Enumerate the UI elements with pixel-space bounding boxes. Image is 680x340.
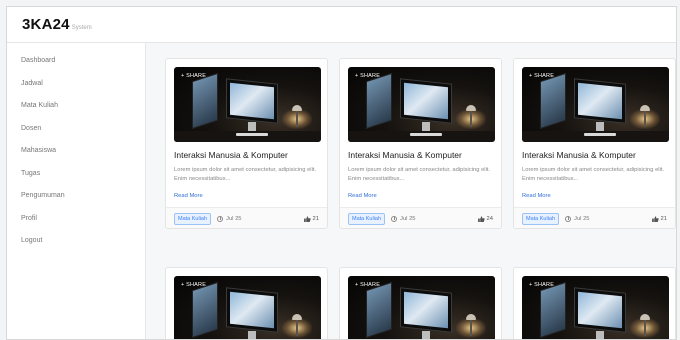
course-card[interactable]: + SHARE: [513, 267, 676, 339]
sidebar: Dashboard Jadwal Mata Kuliah Dosen Mahas…: [7, 43, 146, 339]
read-more-link[interactable]: Read More: [348, 193, 377, 199]
share-button[interactable]: + SHARE: [181, 282, 206, 288]
clock-icon: [565, 215, 572, 222]
card-description: Lorem ipsum dolor sit amet consectetur, …: [348, 167, 491, 182]
thumbs-up-icon: [477, 215, 485, 222]
date-text: Jul 25: [226, 215, 242, 222]
share-button[interactable]: + SHARE: [355, 282, 380, 288]
card-description: Lorem ipsum dolor sit amet consectetur, …: [522, 167, 665, 182]
card-image[interactable]: + SHARE: [174, 276, 321, 339]
thumbs-up-icon: [303, 215, 311, 222]
card-date: Jul 25: [217, 215, 242, 222]
like-button[interactable]: 21: [303, 215, 319, 222]
like-button[interactable]: 24: [477, 215, 493, 222]
like-count: 24: [486, 215, 493, 222]
card-image[interactable]: + SHARE: [348, 276, 495, 339]
card-image[interactable]: + SHARE: [174, 67, 321, 142]
course-card[interactable]: + SHARE Interaksi Manusia & Komputer Lor…: [513, 58, 676, 229]
course-card[interactable]: + SHARE: [165, 267, 328, 339]
share-button[interactable]: + SHARE: [529, 282, 554, 288]
card-footer: Mata Kuliah Jul 25 21: [166, 207, 327, 228]
category-badge[interactable]: Mata Kuliah: [174, 212, 212, 225]
sidebar-item-jadwal[interactable]: Jadwal: [7, 79, 145, 102]
card-footer: Mata Kuliah Jul 25 24: [340, 207, 501, 228]
card-title: Interaksi Manusia & Komputer: [348, 150, 462, 160]
share-button[interactable]: + SHARE: [355, 73, 380, 79]
sidebar-item-dosen[interactable]: Dosen: [7, 124, 145, 147]
card-date: Jul 25: [391, 215, 416, 222]
like-button[interactable]: 21: [651, 215, 667, 222]
category-badge[interactable]: Mata Kuliah: [348, 212, 386, 225]
sidebar-item-profil[interactable]: Profil: [7, 214, 145, 237]
sidebar-item-mata-kuliah[interactable]: Mata Kuliah: [7, 101, 145, 124]
sidebar-item-mahasiswa[interactable]: Mahasiswa: [7, 146, 145, 169]
sidebar-item-dashboard[interactable]: Dashboard: [7, 56, 145, 79]
date-text: Jul 25: [574, 215, 590, 222]
card-image[interactable]: + SHARE: [348, 67, 495, 142]
clock-icon: [217, 215, 224, 222]
sidebar-item-logout[interactable]: Logout: [7, 236, 145, 259]
share-button[interactable]: + SHARE: [529, 73, 554, 79]
app-window: 3KA24 System Dashboard Jadwal Mata Kulia…: [6, 6, 677, 340]
card-date: Jul 25: [565, 215, 590, 222]
card-image[interactable]: + SHARE: [522, 276, 669, 339]
card-title: Interaksi Manusia & Komputer: [174, 150, 288, 160]
like-count: 21: [312, 215, 319, 222]
sidebar-item-tugas[interactable]: Tugas: [7, 169, 145, 192]
share-button[interactable]: + SHARE: [181, 73, 206, 79]
brand-logo[interactable]: 3KA24: [22, 16, 70, 33]
read-more-link[interactable]: Read More: [522, 193, 551, 199]
top-bar: 3KA24 System: [7, 7, 676, 43]
brand-subtitle: System: [71, 24, 92, 31]
card-image[interactable]: + SHARE: [522, 67, 669, 142]
read-more-link[interactable]: Read More: [174, 193, 203, 199]
clock-icon: [391, 215, 398, 222]
card-description: Lorem ipsum dolor sit amet consectetur, …: [174, 167, 317, 182]
card-footer: Mata Kuliah Jul 25 21: [514, 207, 675, 228]
category-badge[interactable]: Mata Kuliah: [522, 212, 560, 225]
sidebar-item-pengumuman[interactable]: Pengumuman: [7, 191, 145, 214]
course-card[interactable]: + SHARE Interaksi Manusia & Komputer Lor…: [165, 58, 328, 229]
main-content: + SHARE Interaksi Manusia & Komputer Lor…: [146, 43, 676, 339]
date-text: Jul 25: [400, 215, 416, 222]
course-card[interactable]: + SHARE: [339, 267, 502, 339]
course-card[interactable]: + SHARE Interaksi Manusia & Komputer Lor…: [339, 58, 502, 229]
thumbs-up-icon: [651, 215, 659, 222]
card-title: Interaksi Manusia & Komputer: [522, 150, 636, 160]
like-count: 21: [660, 215, 667, 222]
